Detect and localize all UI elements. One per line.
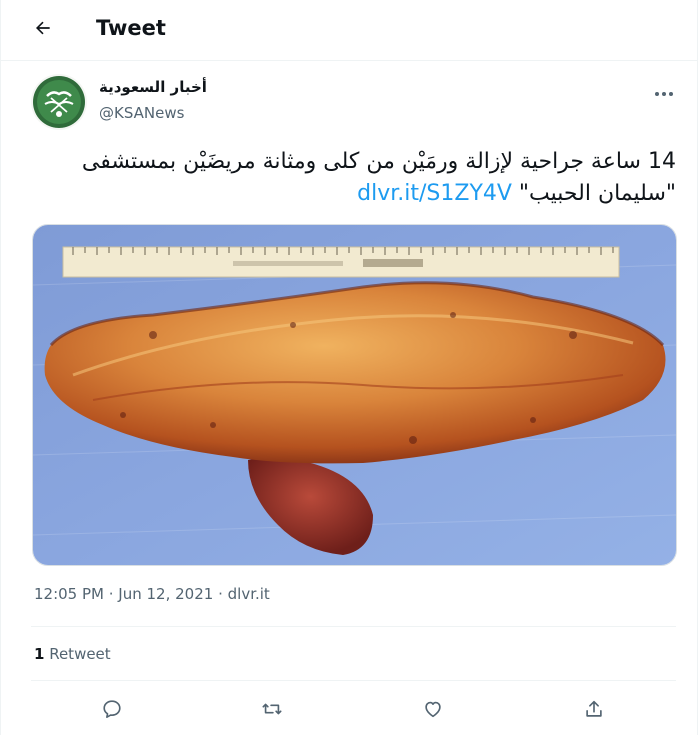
reply-icon — [101, 698, 123, 724]
tweet-text: 14 ساعة جراحية لإزالة ورمَيْن من كلى ومث… — [31, 146, 676, 210]
author-handle[interactable]: @KSANews — [99, 104, 184, 122]
tweet-author: أخبار السعودية @KSANews — [31, 72, 681, 132]
meta-separator: · — [103, 585, 119, 603]
divider — [31, 680, 676, 681]
reply-button[interactable] — [95, 694, 129, 728]
more-options-button[interactable] — [649, 80, 679, 102]
share-button[interactable] — [577, 694, 611, 728]
page-header: Tweet — [1, 0, 697, 61]
back-button[interactable] — [27, 14, 59, 46]
retweet-button[interactable] — [255, 694, 289, 728]
tweet-image[interactable] — [32, 224, 677, 566]
tweet-link[interactable]: dlvr.it/S1ZY4V — [357, 181, 512, 206]
surgical-specimen-image — [33, 225, 676, 565]
author-name[interactable]: أخبار السعودية — [99, 78, 207, 96]
retweet-count: 1 — [34, 645, 45, 663]
author-avatar[interactable] — [31, 74, 87, 130]
like-icon — [422, 698, 444, 724]
share-icon — [583, 698, 605, 724]
ruler — [62, 246, 620, 278]
divider — [31, 626, 676, 627]
page-title: Tweet — [96, 16, 166, 40]
like-button[interactable] — [416, 694, 450, 728]
retweet-label: Retweet — [44, 645, 111, 663]
retweet-count-link[interactable]: 1 Retweet — [34, 645, 111, 663]
tweet-detail-page: Tweet أخبار السعودية @KSANews 14 ساعة جر… — [0, 0, 698, 735]
tweet-time[interactable]: 12:05 PM — [34, 585, 104, 603]
tweet-meta: 12:05 PM · Jun 12, 2021 · dlvr.it — [34, 585, 270, 603]
back-arrow-icon — [33, 18, 53, 42]
meta-separator: · — [213, 585, 228, 603]
more-dots-icon — [654, 82, 674, 101]
ksa-emblem-avatar — [31, 74, 87, 130]
tweet-date[interactable]: Jun 12, 2021 — [118, 585, 213, 603]
tweet-source[interactable]: dlvr.it — [228, 585, 270, 603]
retweet-icon — [260, 698, 284, 724]
tweet-actions — [31, 690, 676, 730]
